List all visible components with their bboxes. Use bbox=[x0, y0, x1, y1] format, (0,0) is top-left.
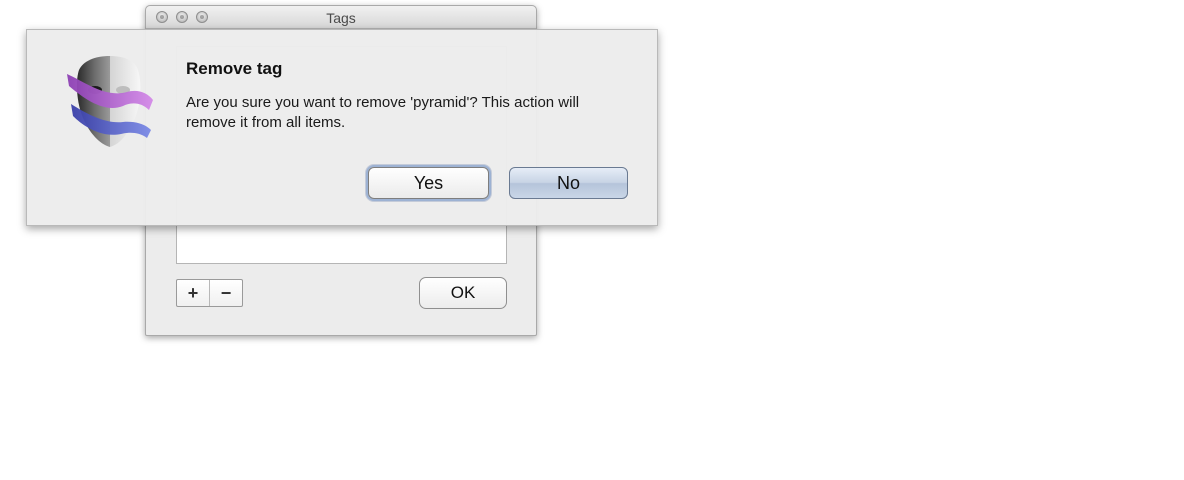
add-tag-button[interactable]: + bbox=[177, 280, 209, 306]
ok-button[interactable]: OK bbox=[419, 277, 507, 309]
remove-tag-alert: Remove tag Are you sure you want to remo… bbox=[26, 29, 658, 226]
desktop: Tags + − OK Remove tag Are you sure you … bbox=[0, 0, 1184, 480]
alert-title: Remove tag bbox=[186, 59, 283, 78]
no-button[interactable]: No bbox=[509, 167, 628, 199]
alert-message: Are you sure you want to remove 'pyramid… bbox=[186, 94, 580, 131]
remove-tag-button[interactable]: − bbox=[209, 280, 242, 306]
title-bar[interactable]: Tags bbox=[146, 6, 536, 29]
add-remove-control: + − bbox=[176, 279, 243, 307]
yes-button[interactable]: Yes bbox=[368, 167, 489, 199]
window-title: Tags bbox=[326, 10, 356, 26]
mask-icon bbox=[67, 56, 153, 147]
